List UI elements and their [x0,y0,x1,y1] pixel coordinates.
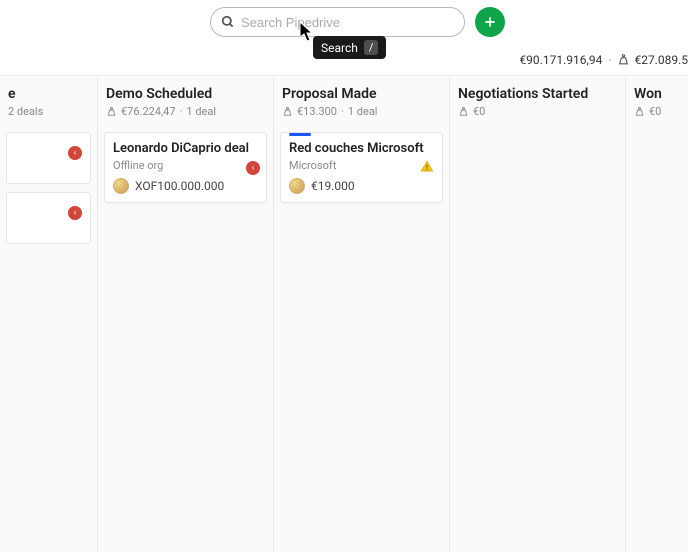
column-subtitle: €0 [458,105,617,118]
column-subtitle: €76.224,47 · 1 deal [106,105,265,118]
column-count: 1 deal [348,105,378,118]
deal-card[interactable]: ‹ [6,192,91,244]
overdue-badge: ‹ [68,146,82,160]
weight-icon [282,106,293,117]
column-amount: €76.224,47 [121,105,176,118]
pipeline-column[interactable]: e 2 deals ‹ ‹ [0,76,98,552]
deal-org: Microsoft [289,159,434,172]
weight-icon [106,106,117,117]
plus-icon [483,15,497,29]
card-accent [289,133,311,136]
deal-card[interactable]: ‹ [6,132,91,184]
column-title: Proposal Made [282,86,441,102]
column-title: Won [634,86,678,102]
column-amount: €13.300 [297,105,337,118]
column-amount: €0 [649,105,661,118]
column-header: Won €0 [632,84,680,124]
overdue-badge: ‹ [246,161,260,175]
weight-icon [617,53,630,66]
tooltip-shortcut: / [364,40,379,55]
pipeline-column[interactable]: Proposal Made €13.300 · 1 deal Red couches… [274,76,450,552]
column-subtitle: 2 deals [8,105,89,118]
deal-org: Offline org [113,159,258,172]
column-count: 1 deal [186,105,216,118]
deal-card[interactable]: Leonardo DiCaprio deal Offline org XOF100.… [104,132,267,203]
column-subtitle: €13.300 · 1 deal [282,105,441,118]
deal-value: €19.000 [311,179,355,193]
deal-title: Leonardo DiCaprio deal [113,141,258,156]
top-bar: Search / [0,0,688,44]
pipeline-column[interactable]: Negotiations Started €0 [450,76,626,552]
tooltip-label: Search [321,41,358,55]
column-count: 2 deals [8,105,43,118]
pipeline-board: e 2 deals ‹ ‹ Demo Scheduled €76.224,47 · 1 d… [0,76,688,552]
add-button[interactable] [475,7,505,37]
column-header: e 2 deals [6,84,91,124]
weight-icon [634,106,645,117]
search-box[interactable] [210,7,465,37]
avatar [289,178,305,194]
search-tooltip: Search / [313,36,386,59]
warning-badge [420,158,434,177]
deal-footer: €19.000 [289,178,434,194]
separator-dot: · [608,53,611,67]
deal-title: Red couches Microsoft [289,141,434,156]
summary-total: €90.171.916,94 [519,53,602,67]
deal-card[interactable]: Red couches Microsoft Microsoft €19.000 [280,132,443,203]
column-amount: €0 [473,105,485,118]
column-title: e [8,86,89,102]
column-header: Proposal Made €13.300 · 1 deal [280,84,443,124]
avatar [113,178,129,194]
pipeline-column[interactable]: Won €0 [626,76,686,552]
column-title: Demo Scheduled [106,86,265,102]
column-header: Demo Scheduled €76.224,47 · 1 deal [104,84,267,124]
deal-footer: XOF100.000.000 [113,178,258,194]
search-icon [221,15,235,29]
column-subtitle: €0 [634,105,678,118]
pipeline-column[interactable]: Demo Scheduled €76.224,47 · 1 deal Leonard… [98,76,274,552]
summary-weighted: €27.089.5 [617,53,688,67]
column-header: Negotiations Started €0 [456,84,619,124]
search-input[interactable] [241,15,454,30]
overdue-badge: ‹ [68,206,82,220]
column-title: Negotiations Started [458,86,617,102]
weight-icon [458,106,469,117]
deal-value: XOF100.000.000 [135,179,224,193]
